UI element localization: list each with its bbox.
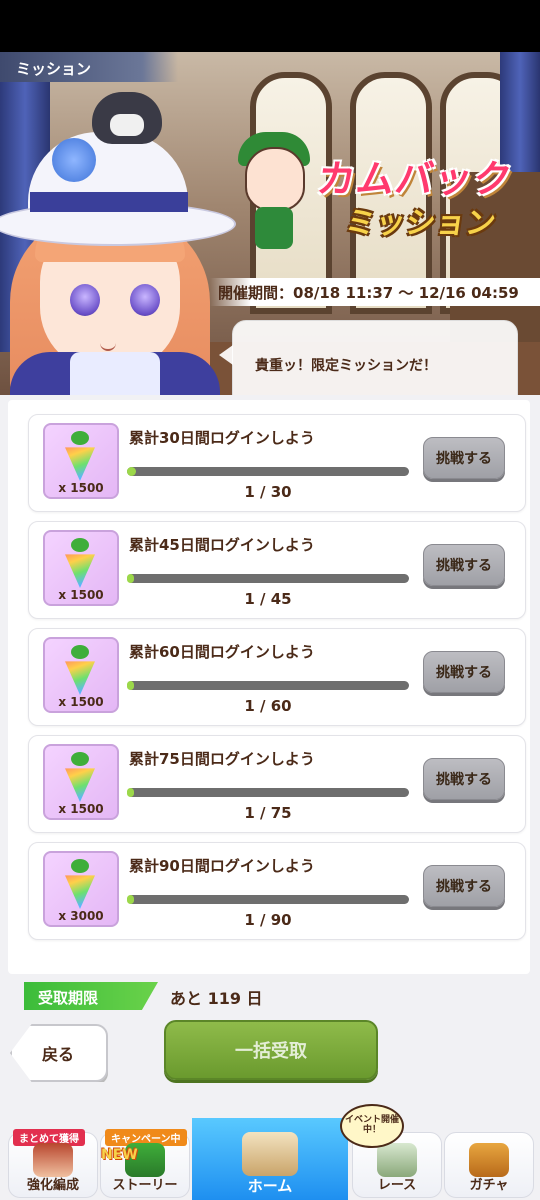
event-badge: イベント開催中！ — [340, 1104, 404, 1148]
character-collar — [70, 352, 160, 395]
mission-banner: カムバック ミッション 開催期間：08/18 11:37 ～ 12/16 04:… — [0, 52, 540, 395]
mission-card: x 3000 累計90日間ログインしよう 1 / 90 挑戦する — [28, 842, 526, 940]
nav-item-enhance[interactable]: まとめて獲得 強化編成 — [8, 1129, 98, 1198]
nav-label: ストーリー — [112, 1178, 178, 1193]
collect-all-button[interactable]: 一括受取 — [164, 1020, 378, 1080]
comeback-logo-line2: ミッション — [343, 206, 498, 241]
carrot-icon — [65, 768, 95, 802]
speech-bubble: 貴重ッ！限定ミッションだ！ — [219, 320, 518, 395]
reward-item[interactable]: x 3000 — [43, 851, 119, 927]
leaf-icon — [71, 538, 89, 552]
leaf-icon — [71, 752, 89, 766]
progress-bar — [127, 467, 409, 476]
comeback-logo-line1: カムバック — [314, 157, 516, 201]
nav-item-home[interactable]: ホーム — [192, 1118, 348, 1200]
progress-bar — [127, 574, 409, 583]
mission-list: x 1500 累計30日間ログインしよう 1 / 30 挑戦する x 1500 … — [8, 400, 530, 974]
back-button-label: 戻る — [42, 1045, 75, 1064]
leaf-icon — [71, 645, 89, 659]
progress-text: 1 / 60 — [244, 697, 292, 715]
reward-item[interactable]: x 1500 — [43, 744, 119, 820]
mission-card: x 1500 累計30日間ログインしよう 1 / 30 挑戦する — [28, 414, 526, 512]
gacha-door-icon — [469, 1143, 509, 1177]
progress-fill — [127, 467, 137, 476]
rose-icon — [52, 138, 96, 182]
reward-item[interactable]: x 1500 — [43, 423, 119, 499]
nav-label: レース — [377, 1178, 417, 1193]
character-hat-band — [30, 192, 188, 212]
progress-bar — [127, 681, 409, 690]
deadline-label: 受取期限 — [38, 989, 99, 1007]
cat-icon — [92, 92, 162, 144]
home-building-icon — [242, 1132, 298, 1176]
trainer-icon — [33, 1143, 73, 1177]
reward-qty: x 1500 — [58, 695, 104, 709]
event-period-text: 開催期間：08/18 11:37 ～ 12/16 04:59 — [218, 284, 519, 302]
mission-title: 累計90日間ログインしよう — [129, 857, 315, 875]
challenge-button[interactable]: 挑戦する — [423, 651, 505, 693]
carrot-icon — [65, 554, 95, 588]
progress-fill — [127, 681, 135, 690]
leaf-icon — [71, 431, 89, 445]
status-bar — [0, 0, 540, 52]
challenge-button[interactable]: 挑戦する — [423, 865, 505, 907]
progress-fill — [127, 895, 135, 904]
section-tag-text: ミッション — [16, 60, 92, 78]
mission-title: 累計45日間ログインしよう — [129, 536, 315, 554]
progress-fill — [127, 788, 135, 797]
chibi-body — [255, 207, 293, 249]
progress-bar — [127, 788, 409, 797]
deadline-value: あと 119 日 — [170, 989, 263, 1008]
section-tag: ミッション — [0, 52, 178, 82]
carrot-icon — [65, 447, 95, 481]
reward-qty: x 3000 — [58, 909, 104, 923]
chibi-head — [245, 147, 305, 211]
mission-title: 累計60日間ログインしよう — [129, 643, 315, 661]
carrot-icon — [65, 875, 95, 909]
nav-item-gacha[interactable]: ガチャ — [444, 1132, 534, 1198]
reward-item[interactable]: x 1500 — [43, 530, 119, 606]
reward-item[interactable]: x 1500 — [43, 637, 119, 713]
challenge-button[interactable]: 挑戦する — [423, 437, 505, 479]
progress-text: 1 / 90 — [244, 911, 292, 929]
deadline-tag: 受取期限 — [24, 982, 158, 1010]
challenge-button[interactable]: 挑戦する — [423, 758, 505, 800]
mission-title: 累計75日間ログインしよう — [129, 750, 315, 768]
nav-label: ホーム — [247, 1177, 293, 1195]
progress-text: 1 / 75 — [244, 804, 292, 822]
mission-title: 累計30日間ログインしよう — [129, 429, 315, 447]
event-period: 開催期間：08/18 11:37 ～ 12/16 04:59 — [210, 278, 540, 306]
back-button[interactable]: 戻る — [10, 1024, 108, 1082]
bottom-nav: まとめて獲得 強化編成 キャンペーン中 NEW ストーリー ホーム レース ガチ… — [0, 1108, 540, 1200]
nav-label: 強化編成 — [26, 1178, 79, 1193]
mission-card: x 1500 累計75日間ログインしよう 1 / 75 挑戦する — [28, 735, 526, 833]
leaf-icon — [71, 859, 89, 873]
new-badge: NEW — [101, 1147, 138, 1163]
progress-fill — [127, 574, 135, 583]
progress-bar — [127, 895, 409, 904]
mission-card: x 1500 累計60日間ログインしよう 1 / 60 挑戦する — [28, 628, 526, 726]
reward-qty: x 1500 — [58, 802, 104, 816]
character-eye-left — [70, 284, 100, 316]
nav-label: ガチャ — [469, 1178, 509, 1193]
mission-card: x 1500 累計45日間ログインしよう 1 / 45 挑戦する — [28, 521, 526, 619]
progress-text: 1 / 45 — [244, 590, 292, 608]
challenge-button[interactable]: 挑戦する — [423, 544, 505, 586]
nav-item-story[interactable]: キャンペーン中 NEW ストーリー — [100, 1129, 190, 1198]
reward-qty: x 1500 — [58, 588, 104, 602]
progress-text: 1 / 30 — [244, 483, 292, 501]
reward-qty: x 1500 — [58, 481, 104, 495]
speech-text: 貴重ッ！限定ミッションだ！ — [255, 358, 437, 374]
carrot-icon — [65, 661, 95, 695]
racecourse-icon — [377, 1143, 417, 1177]
character-eye-right — [130, 284, 160, 316]
